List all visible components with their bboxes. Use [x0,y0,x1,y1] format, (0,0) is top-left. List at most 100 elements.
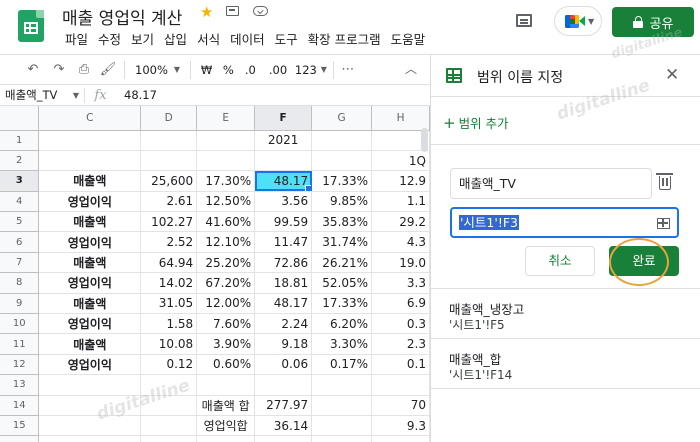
row-header[interactable]: 6 [0,231,40,253]
sheet-cell[interactable] [140,130,198,151]
sheet-cell[interactable] [311,150,373,172]
number-format-select[interactable]: 123 [295,63,317,77]
row-header[interactable]: 2 [0,150,40,172]
column-header[interactable]: H [371,106,430,131]
sheet-cell[interactable]: 17.33% [311,170,373,192]
sheet-cell[interactable]: 6.9 [371,293,430,315]
row-header[interactable]: 1 [0,130,40,151]
sheet-cell[interactable]: 70 [371,395,430,416]
sheet-cell[interactable]: 3.3 [371,272,430,294]
sheet-cell[interactable]: 9.3 [371,415,430,437]
sheet-cell[interactable] [140,150,198,172]
sheet-cell[interactable] [196,374,256,396]
sheet-cell[interactable]: 18.81 [254,272,313,294]
named-range-item[interactable]: 매출액_합 '시트1'!F14 [431,339,700,389]
sheet-cell[interactable]: 19.0 [371,252,430,274]
sheet-cell[interactable]: 72.86 [254,252,313,274]
sheet-cell[interactable] [254,150,313,172]
sheet-cell[interactable] [196,130,256,151]
sheet-cell[interactable] [371,374,430,396]
sheet-cell[interactable] [38,130,142,151]
sheet-cell[interactable]: 29.2 [371,211,430,233]
meet-button[interactable]: ▼ [554,6,602,36]
menu-file[interactable]: 파일 [60,29,93,48]
increase-decimal-button[interactable]: .00 [269,63,295,77]
select-range-icon[interactable] [657,218,670,229]
percent-format-button[interactable]: % [223,63,245,77]
sheet-cell[interactable]: 26.21% [311,252,373,274]
sheet-cell[interactable]: 52.05% [311,272,373,294]
sheet-cell[interactable]: 영업이익 [38,231,142,253]
range-name-input[interactable]: 매출액_TV [450,168,652,199]
sheet-cell[interactable]: 0.17% [311,354,373,376]
sheet-cell[interactable]: 영업이익 [38,354,142,376]
sheet-cell[interactable]: 7.60% [196,313,256,335]
row-header[interactable]: 7 [0,252,40,274]
decrease-decimal-button[interactable]: .0 [245,63,269,77]
spreadsheet-grid[interactable]: C D E F G H 1 2021 2 1Q 3 매출액 25,600 17.30% 48.1… [0,106,430,442]
star-icon[interactable]: ★ [200,3,213,21]
corner-cell[interactable] [0,106,40,131]
sheet-cell[interactable] [38,150,142,172]
sheet-cell[interactable]: 0.12 [140,354,198,376]
sheet-cell[interactable]: 25.20% [196,252,256,274]
menu-tools[interactable]: 도구 [270,29,303,48]
sheet-cell[interactable]: 3.30% [311,333,373,355]
sheet-cell[interactable]: 6.20% [311,313,373,335]
sheet-cell[interactable]: 12.00% [196,293,256,315]
row-header[interactable]: 11 [0,333,40,355]
named-range-item[interactable]: 매출액_냉장고 '시트1'!F5 [431,289,700,339]
document-title[interactable]: 매출 영업익 계산 [62,4,182,29]
row-header[interactable]: 15 [0,415,40,437]
sheet-cell[interactable]: 0.06 [254,354,313,376]
sheet-cell[interactable]: 2021 [254,130,313,151]
sheet-cell[interactable]: 매출액 [38,333,142,355]
paint-format-icon[interactable]: 🖌︎ [96,62,120,77]
sheet-cell[interactable] [140,395,198,416]
name-box[interactable]: 매출액_TV ▼ [0,87,84,103]
menu-extensions[interactable]: 확장 프로그램 [303,29,386,48]
sheet-cell[interactable] [196,435,256,442]
done-button[interactable]: 완료 [609,246,679,276]
sheet-cell[interactable]: 영업이익 [38,191,142,213]
cancel-button[interactable]: 취소 [525,246,595,276]
range-reference-input[interactable]: '시트1'!F3 [450,207,679,238]
row-header[interactable]: 3 [0,170,40,192]
chevron-up-icon[interactable]: ︿ [405,60,417,77]
sheet-cell[interactable] [311,415,373,437]
row-header[interactable]: 12 [0,354,40,376]
sheet-cell[interactable]: 41.60% [196,211,256,233]
sheet-cell[interactable] [140,415,198,437]
sheet-cell[interactable]: 0.60% [196,354,256,376]
sheet-cell[interactable] [38,395,142,416]
sheet-cell[interactable]: 매출액 [38,211,142,233]
sheet-cell[interactable]: 1.58 [140,313,198,335]
sheet-cell[interactable]: 35.83% [311,211,373,233]
redo-icon[interactable]: ↷ [46,62,72,77]
sheet-cell[interactable] [140,435,198,442]
sheet-cell[interactable]: 영업이익 [38,313,142,335]
sheet-cell[interactable]: 17.30% [196,170,256,192]
sheet-cell[interactable]: 10.08 [140,333,198,355]
sheet-cell[interactable]: 64.94 [140,252,198,274]
sheet-cell[interactable] [38,415,142,437]
sheet-cell[interactable]: 99.59 [254,211,313,233]
sheet-cell[interactable]: 9.18 [254,333,313,355]
sheet-cell[interactable] [371,435,430,442]
sheet-cell[interactable]: 영업이익 [38,272,142,294]
menu-data[interactable]: 데이터 [225,29,270,48]
sheet-cell[interactable]: 48.17 [254,293,313,315]
sheet-cell[interactable] [254,435,313,442]
sheet-cell[interactable] [140,374,198,396]
menu-view[interactable]: 보기 [126,29,159,48]
sheet-cell[interactable] [311,395,373,416]
comment-history-icon[interactable] [516,14,532,27]
formula-input[interactable]: 48.17 [116,88,157,102]
menu-insert[interactable]: 삽입 [159,29,192,48]
sheet-cell[interactable]: 0.3 [371,313,430,335]
row-header[interactable]: 9 [0,293,40,315]
sheet-cell[interactable]: 25,600 [140,170,198,192]
sheet-cell[interactable] [38,435,142,442]
sheet-cell[interactable] [311,374,373,396]
row-header[interactable]: 10 [0,313,40,335]
